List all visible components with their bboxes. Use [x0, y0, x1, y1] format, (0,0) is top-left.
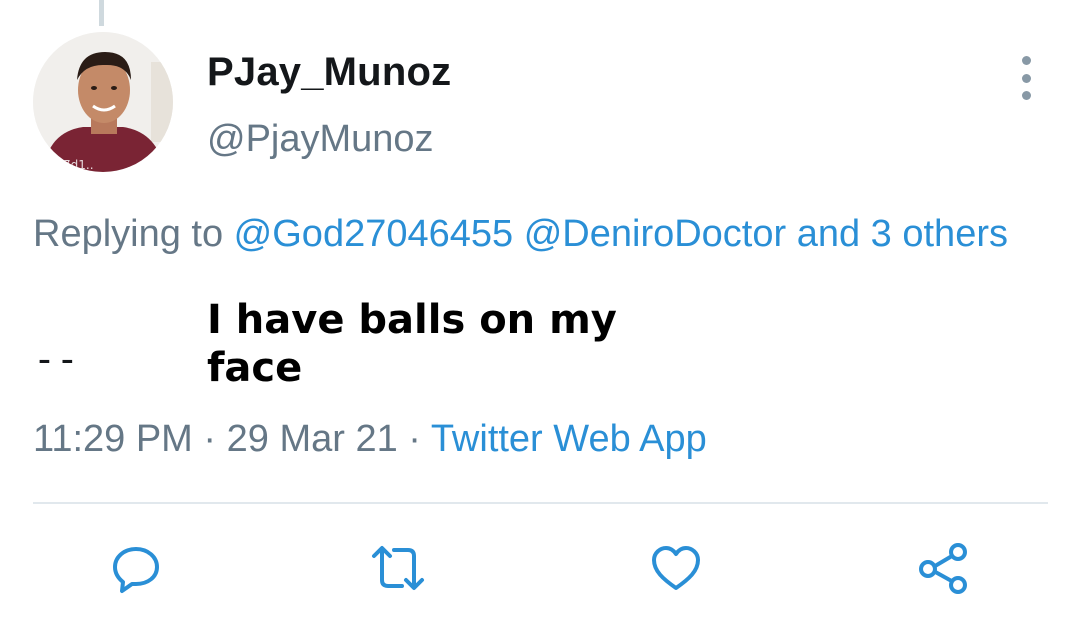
user-handle[interactable]: @PjayMunoz: [207, 118, 434, 161]
tweet-meta: 11:29 PM · 29 Mar 21 · Twitter Web App: [33, 418, 707, 461]
share-icon: [919, 543, 967, 594]
replying-to: Replying to @God27046455 @DeniroDoctor a…: [33, 207, 1033, 261]
mention-link[interactable]: @God27046455: [234, 213, 513, 255]
reply-button[interactable]: [108, 540, 164, 596]
heart-icon: [652, 546, 700, 590]
tweet-text-line: I have balls on my: [207, 297, 617, 343]
tweet-prefix-text: --: [33, 337, 79, 381]
separator: ·: [192, 418, 227, 460]
tweet-text: I have balls on my face: [207, 296, 657, 392]
divider: [33, 502, 1048, 504]
avatar[interactable]: 7d1..: [33, 32, 173, 172]
tweet-source-link[interactable]: Twitter Web App: [431, 418, 707, 460]
speech-bubble-icon: [113, 547, 159, 593]
mention-link[interactable]: @DeniroDoctor: [524, 213, 786, 255]
tweet-time[interactable]: 11:29 PM: [33, 418, 193, 460]
avatar-photo: 7d1..: [33, 32, 173, 172]
svg-text:7d1..: 7d1..: [63, 158, 94, 172]
and-others-link[interactable]: and 3 others: [786, 213, 1008, 255]
tweet-text-line: face: [207, 345, 303, 391]
thread-connector-line: [99, 0, 104, 26]
retweet-button[interactable]: [370, 540, 426, 596]
replying-prefix: Replying to: [33, 213, 234, 255]
tweet-date[interactable]: 29 Mar 21: [227, 418, 398, 460]
like-button[interactable]: [648, 540, 704, 596]
separator: ·: [397, 418, 431, 460]
share-button[interactable]: [916, 540, 972, 596]
more-options-icon[interactable]: [1010, 56, 1042, 100]
retweet-icon: [372, 546, 424, 590]
display-name[interactable]: PJay_Munoz: [207, 50, 451, 95]
